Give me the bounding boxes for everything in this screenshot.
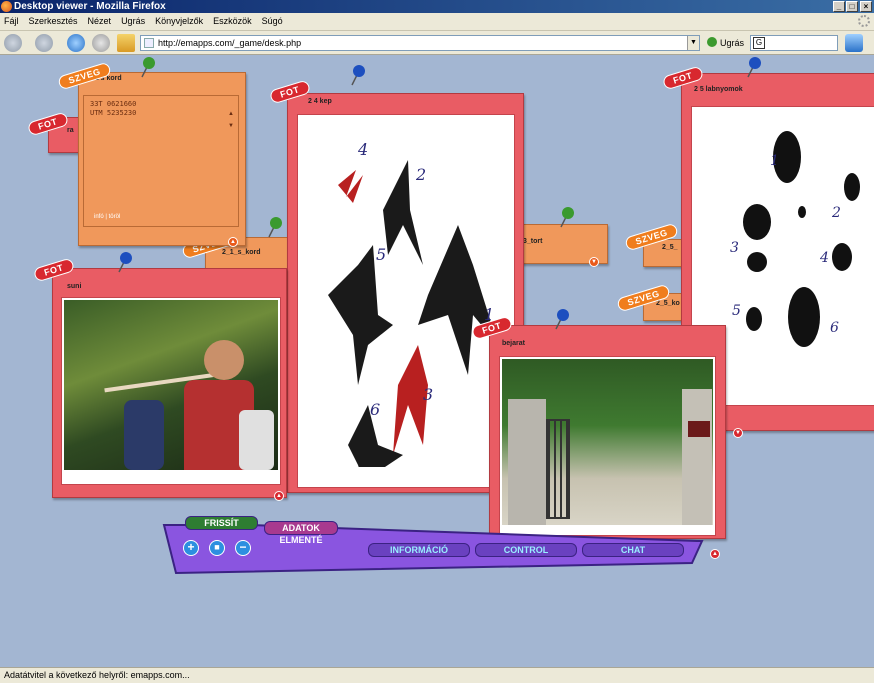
text-card[interactable]: 2 1 s kord 33T 0621660 UTM 5235230 ▲ ▼ in… [78,72,246,246]
tab-control[interactable]: CONTROL [475,543,577,557]
pin-icon [141,57,155,78]
archer-photo-frame: infó | töröl [61,297,281,485]
expand-arrow-icon[interactable]: ▲ [274,491,284,501]
bird-number: 6 [370,400,380,419]
pin-icon [555,309,569,330]
photo-card-archer[interactable]: suni infó | töröl [52,268,287,498]
expand-arrow-icon[interactable]: ▲ [228,237,238,247]
bird-number: 3 [423,385,433,404]
desk-area: ra FOT 2_1_s_kord SZVEG 2 1 s kord 33T 0… [0,55,874,667]
archer-photo [64,300,278,470]
menu-tools[interactable]: Eszközök [208,13,257,26]
stop-icon[interactable] [92,34,110,52]
pin-icon [747,57,761,78]
track-number: 5 [732,303,741,319]
collapse-arrow-icon[interactable]: ▼ [733,428,743,438]
back-icon[interactable] [4,34,22,52]
collapse-arrow-icon[interactable]: ▼ [589,257,599,267]
photo-card-entrance[interactable]: bejarat infó | töröl [489,325,726,539]
control-board: FRISSÍT ADATOK ELMENTÉ + ■ − INFORMÁCIÓ … [162,516,705,575]
minus-button[interactable]: − [235,540,251,556]
track-number: 4 [819,250,829,266]
menu-help[interactable]: Súgó [257,13,288,26]
menu-go[interactable]: Ugrás [116,13,150,26]
bird-number: 2 [415,165,426,184]
save-data-button[interactable]: ADATOK ELMENTÉ [264,521,338,545]
stop-button[interactable]: ■ [209,540,225,556]
track-number: 2 [831,205,841,221]
address-text: http://emapps.com/_game/desk.php [158,38,302,48]
birds-image: 4 2 5 1 3 6 [297,114,515,495]
pin-icon [351,65,365,86]
track-number: 3 [730,240,739,256]
pin-icon [560,207,574,228]
firefox-icon [1,1,12,12]
home-icon[interactable] [117,34,135,52]
menu-edit[interactable]: Szerkesztés [24,13,83,26]
window-title: Desktop viewer - Mozilla Firefox [14,1,166,12]
pin-icon [118,252,132,273]
close-button[interactable]: × [860,1,872,12]
birds-illustration: 4 2 5 1 3 6 [328,140,498,495]
text-card-body: 33T 0621660 UTM 5235230 ▲ ▼ infó | töröl [83,95,239,227]
track-number: 1 [770,153,779,169]
forward-icon[interactable] [35,34,53,52]
go-icon [707,37,717,47]
coordinate-line: UTM 5235230 [90,109,137,117]
address-dropdown[interactable]: ▼ [687,36,699,50]
search-input[interactable]: G [750,35,838,51]
card-footer-links[interactable]: infó | töröl [65,474,91,480]
card-footer-links[interactable]: infó | töröl [94,214,120,220]
go-button[interactable]: Ugrás [707,37,744,48]
menu-view[interactable]: Nézet [83,13,117,26]
plus-button[interactable]: + [183,540,199,556]
window-titlebar: Desktop viewer - Mozilla Firefox _ □ × [0,0,874,13]
reload-icon[interactable] [67,34,85,52]
tab-information[interactable]: INFORMÁCIÓ [368,543,470,557]
pin-icon [268,217,282,238]
card-footer-links[interactable]: fotó [300,468,310,474]
navigation-toolbar: http://emapps.com/_game/desk.php ▼ Ugrás… [0,31,874,55]
tab-chat[interactable]: CHAT [582,543,684,557]
entrance-photo-frame: infó | töröl [499,356,716,536]
minimize-button[interactable]: _ [833,1,845,12]
refresh-button[interactable]: FRISSÍT [185,516,258,530]
maximize-button[interactable]: □ [846,1,858,12]
track-number: 6 [830,320,839,336]
entrance-photo [502,359,713,525]
menu-file[interactable]: Fájl [0,13,24,26]
search-engine-icon: G [753,37,765,49]
expand-arrow-icon[interactable]: ▲ [710,549,720,559]
address-bar[interactable]: http://emapps.com/_game/desk.php ▼ [140,35,700,51]
menu-bookmarks[interactable]: Könyvjelzők [150,13,208,26]
bird-number: 4 [357,140,368,159]
extension-icon[interactable] [845,34,863,52]
coordinate-line: 33T 0621660 [90,100,137,108]
tort-label: 3_tort [523,238,543,245]
status-text: Adatátvitel a következő helyről: emapps.… [4,670,190,680]
text-scroll-arrows[interactable]: ▲ ▼ [228,108,234,132]
bird-number: 5 [376,245,386,264]
page-icon [144,38,154,48]
throbber-icon [858,15,870,27]
menu-bar: Fájl Szerkesztés Nézet Ugrás Könyvjelzők Eszk… [0,13,874,31]
status-bar: Adatátvitel a következő helyről: emapps.… [0,667,874,683]
